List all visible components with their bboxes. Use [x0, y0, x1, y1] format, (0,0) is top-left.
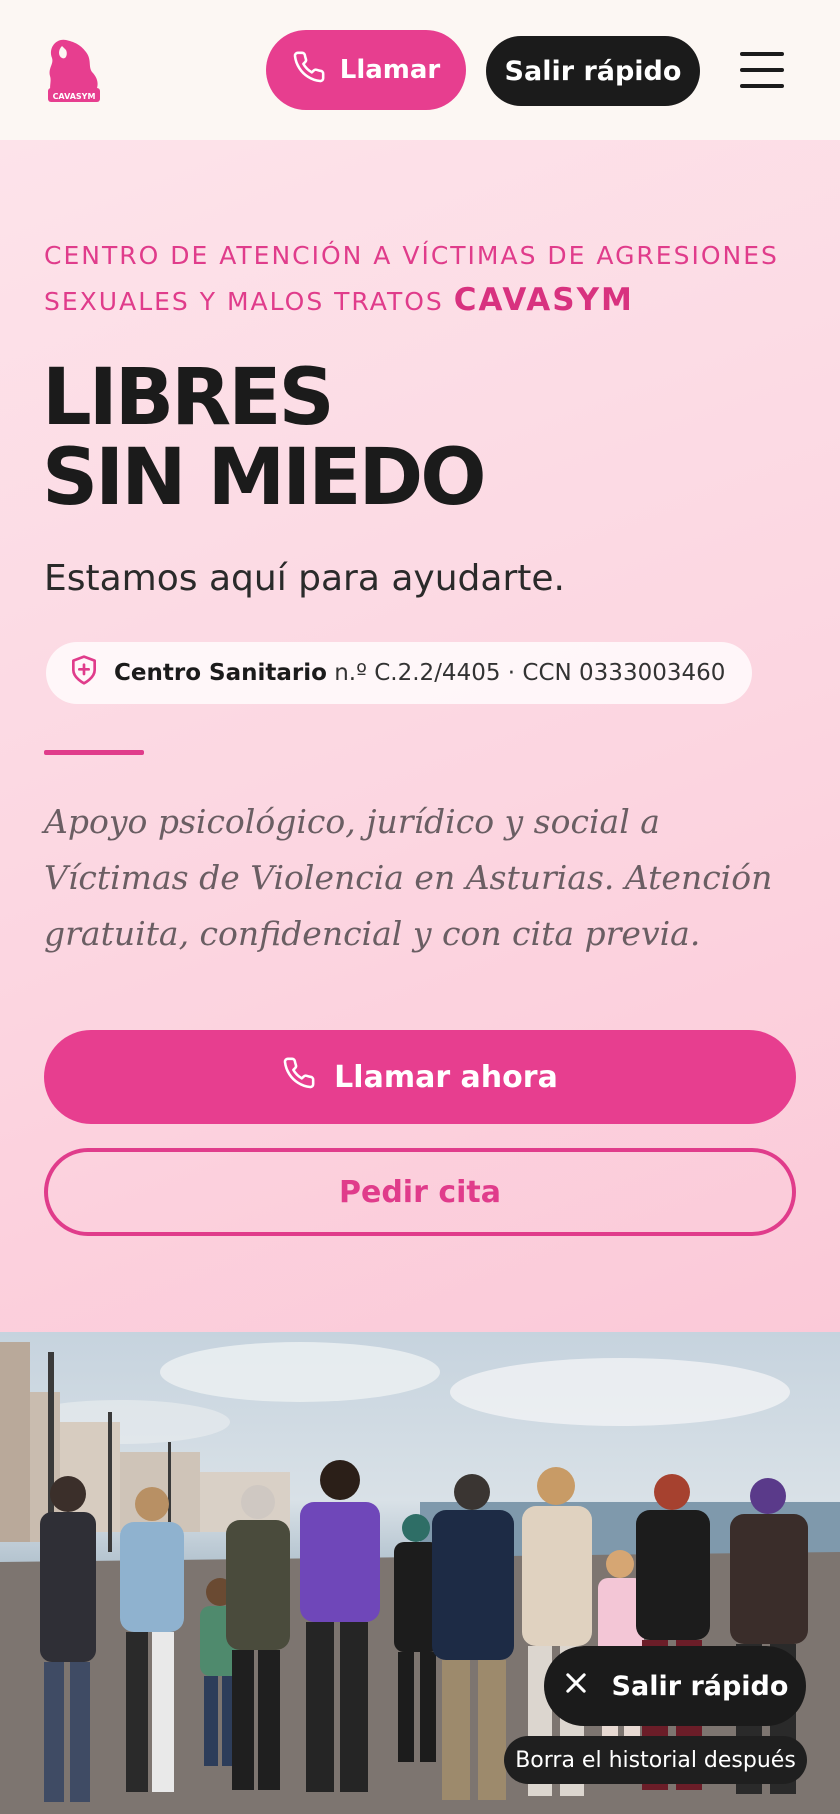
call-button-label: Llamar — [339, 55, 441, 85]
cavasym-logo[interactable]: CAVASYM — [44, 36, 104, 104]
floating-quick-exit-label: Salir rápido — [611, 1670, 789, 1702]
call-button[interactable]: Llamar — [266, 30, 466, 110]
eyebrow-description: Centro de atención a víctimas de agresio… — [44, 241, 779, 316]
badge-details: n.º C.2.2/4405 · CCN 0333003460 — [334, 660, 726, 686]
hero-section: Centro de atención a víctimas de agresio… — [0, 140, 840, 1332]
badge-label: Centro Sanitario — [114, 660, 327, 686]
quick-exit-button[interactable]: Salir rápido — [486, 36, 700, 106]
phone-icon — [282, 1056, 316, 1098]
clear-history-hint: Borra el historial después — [504, 1736, 807, 1784]
book-appointment-label: Pedir cita — [339, 1174, 501, 1210]
hero-description: Apoyo psicológico, jurídico y social a V… — [44, 802, 773, 953]
floating-quick-exit-button[interactable]: Salir rápido — [544, 1646, 806, 1726]
health-center-badge: Centro Sanitario n.º C.2.2/4405 · CCN 03… — [46, 642, 752, 704]
headline-line-1: LIBRES — [42, 353, 335, 443]
book-appointment-button[interactable]: Pedir cita — [44, 1148, 796, 1236]
phone-icon — [292, 50, 326, 91]
svg-text:CAVASYM: CAVASYM — [53, 92, 96, 101]
eyebrow-text: Centro de atención a víctimas de agresio… — [44, 234, 784, 324]
call-now-label: Llamar ahora — [334, 1059, 558, 1095]
eyebrow-brand: CAVASYM — [453, 282, 634, 318]
quick-exit-label: Salir rápido — [504, 55, 682, 87]
hamburger-icon[interactable] — [736, 48, 788, 92]
shield-plus-icon — [68, 654, 100, 692]
accent-divider — [44, 750, 144, 755]
close-icon — [562, 1669, 590, 1704]
headline-line-2: SIN MIEDO — [42, 433, 487, 523]
call-now-button[interactable]: Llamar ahora — [44, 1030, 796, 1124]
hero-subtitle: Estamos aquí para ayudarte. — [44, 558, 565, 599]
site-header: CAVASYM Llamar Salir rápido — [0, 0, 840, 140]
page-title: LIBRES SIN MIEDO — [42, 358, 487, 518]
clear-history-text: Borra el historial después — [515, 1747, 796, 1773]
